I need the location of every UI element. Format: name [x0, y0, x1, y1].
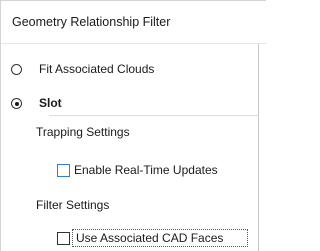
panel-header: Geometry Relationship Filter	[1, 0, 266, 44]
enable-realtime-updates-checkbox[interactable]	[57, 164, 70, 177]
use-associated-cad-faces-checkbox[interactable]	[57, 232, 70, 245]
panel-right-separator	[258, 44, 259, 251]
slot-section-divider	[49, 115, 259, 116]
enable-realtime-updates-label[interactable]: Enable Real-Time Updates	[74, 163, 218, 177]
panel-title: Geometry Relationship Filter	[12, 15, 171, 29]
use-associated-cad-faces-label[interactable]: Use Associated CAD Faces	[76, 231, 223, 245]
fit-associated-clouds-label[interactable]: Fit Associated Clouds	[39, 62, 154, 76]
trapping-settings-heading: Trapping Settings	[36, 125, 130, 139]
fit-associated-clouds-radio[interactable]	[11, 64, 22, 75]
geometry-relationship-filter-panel: Geometry Relationship Filter Fit Associa…	[0, 0, 266, 251]
slot-label[interactable]: Slot	[39, 96, 62, 110]
filter-settings-heading: Filter Settings	[36, 198, 110, 212]
slot-radio[interactable]	[11, 98, 22, 109]
